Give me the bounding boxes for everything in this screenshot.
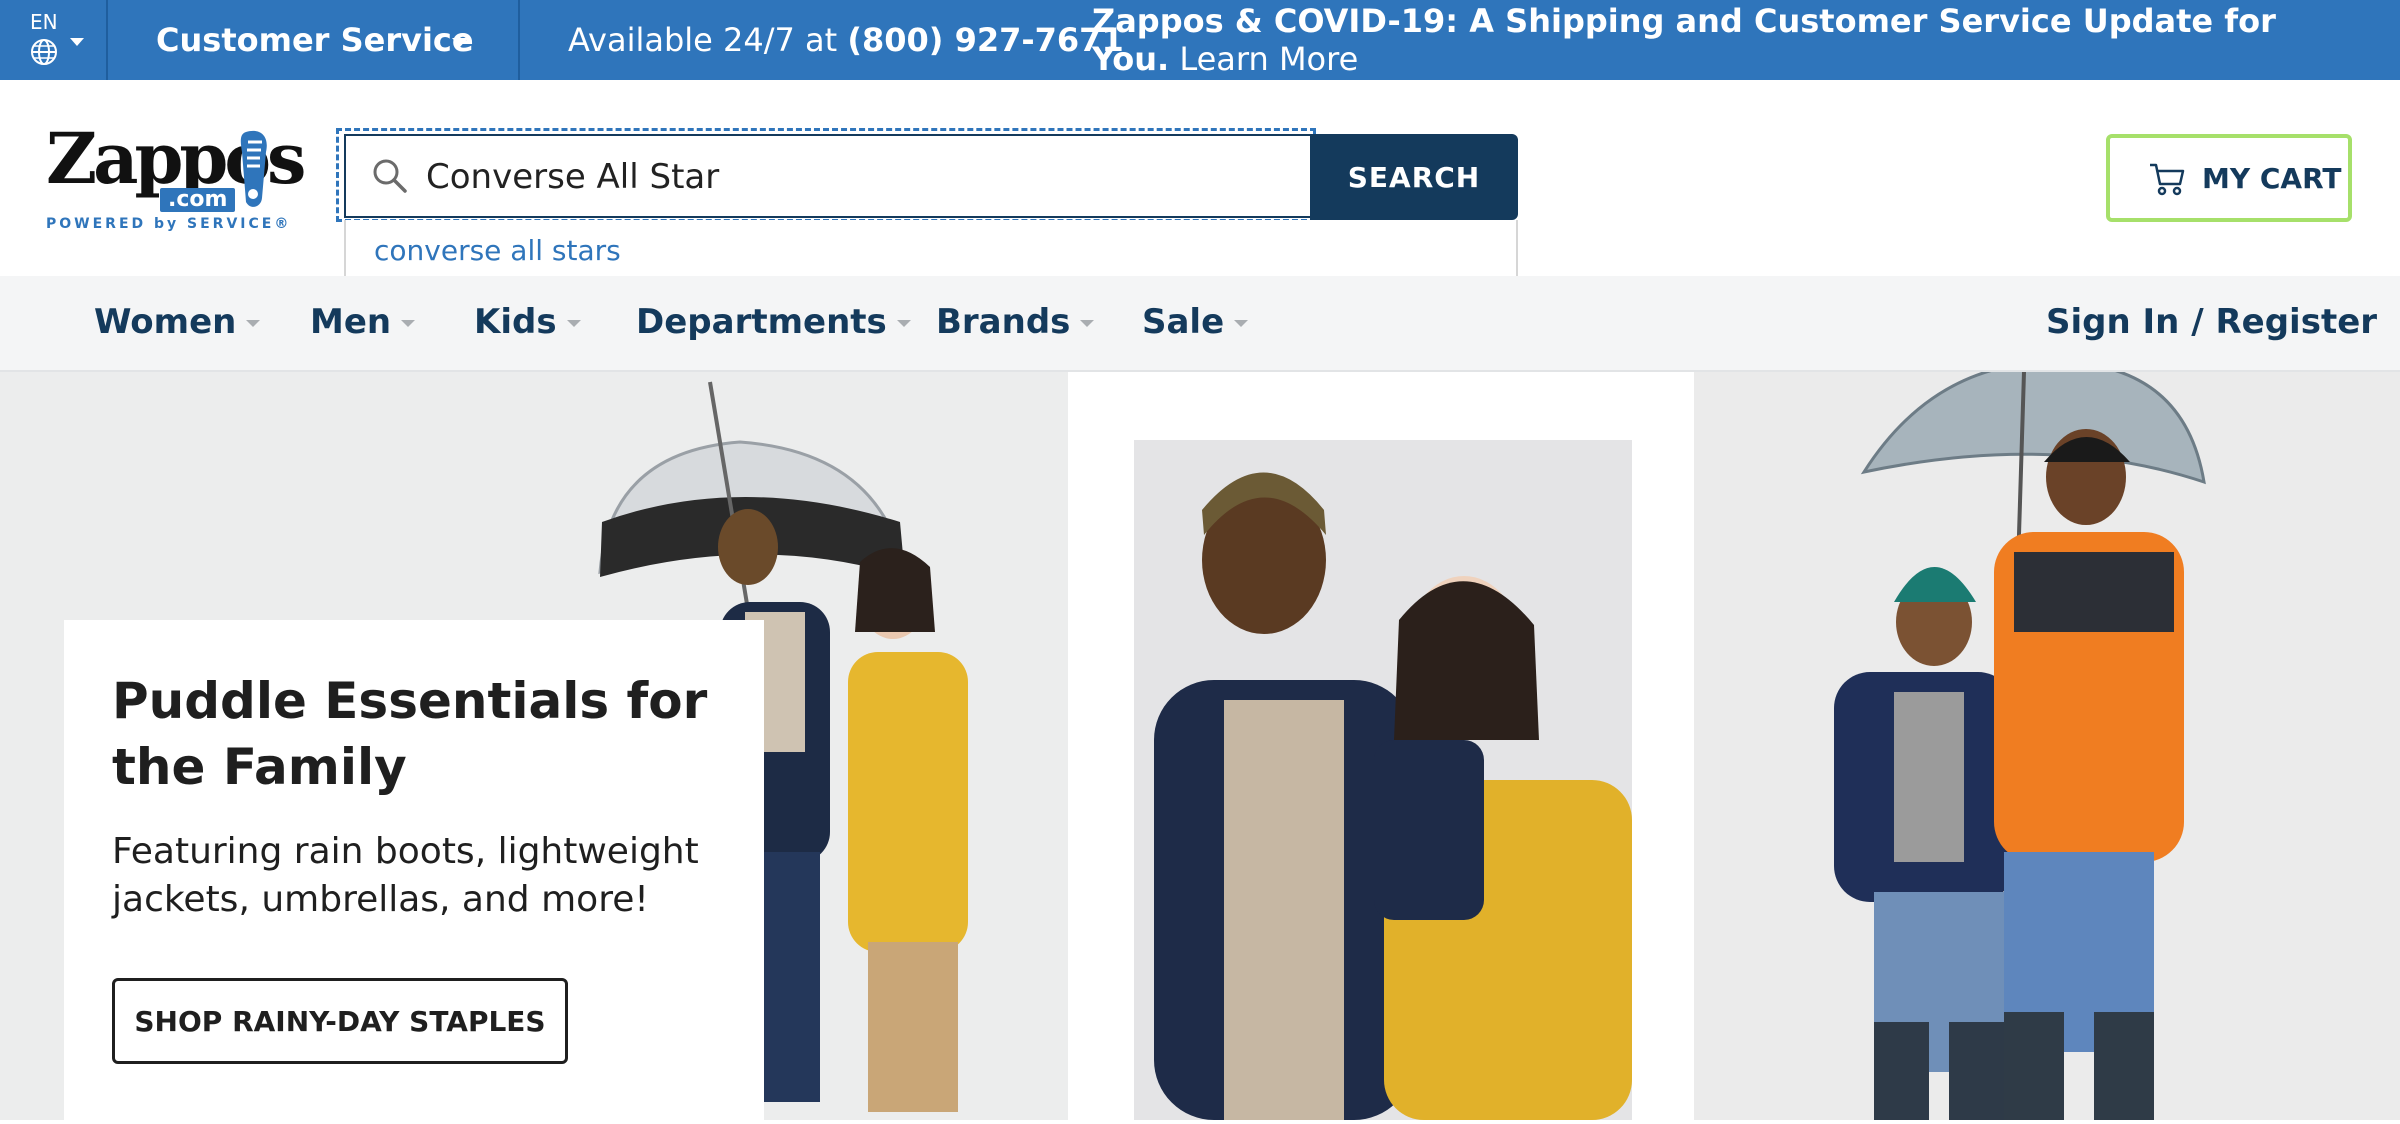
- hero-banner: Puddle Essentials for the Family Featuri…: [0, 360, 2400, 1120]
- zappos-logo[interactable]: Zappos .com POWERED by SERVICE®: [46, 124, 306, 236]
- logo-shoe-icon: [240, 130, 267, 207]
- chevron-down-icon: [401, 320, 416, 327]
- hero-photo-right[interactable]: [1694, 360, 2400, 1120]
- nav-men[interactable]: Men: [310, 302, 416, 342]
- nav-label: Brands: [936, 302, 1071, 342]
- cart-icon: [2150, 163, 2185, 196]
- promo-title: Puddle Essentials for the Family: [112, 672, 708, 796]
- nav-label: Men: [310, 302, 392, 342]
- search-suggestions: converse all stars: [344, 220, 1518, 284]
- search-input[interactable]: [426, 150, 1286, 204]
- language-selector[interactable]: EN: [0, 0, 108, 80]
- chevron-down-icon: [246, 320, 261, 327]
- nav-brands[interactable]: Brands: [936, 302, 1095, 342]
- phone-number[interactable]: (800) 927-7671: [847, 21, 1123, 59]
- customer-service-menu[interactable]: Customer Service: [108, 0, 520, 80]
- chevron-down-icon: [1234, 320, 1249, 327]
- availability-text: Available 24/7 at (800) 927-7671: [568, 22, 1124, 58]
- chevron-down-icon: [896, 320, 911, 327]
- logo-dotcom: .com: [160, 188, 236, 212]
- globe-icon: [31, 39, 57, 65]
- kids-umbrella-image: [1834, 360, 2206, 1120]
- cart-button[interactable]: MY CART: [2106, 134, 2352, 222]
- cart-label: MY CART: [2202, 162, 2342, 195]
- chevron-down-icon: [70, 38, 84, 46]
- search-box[interactable]: [344, 134, 1310, 218]
- nav-sale[interactable]: Sale: [1142, 302, 1249, 342]
- site-header: Zappos .com POWERED by SERVICE® SEARCH c…: [0, 80, 2400, 284]
- promo-description: Featuring rain boots, lightweight jacket…: [112, 831, 699, 920]
- chevron-down-icon: [566, 320, 581, 327]
- customer-service-label: Customer Service: [156, 21, 474, 59]
- chevron-down-icon: [452, 38, 468, 47]
- chevron-down-icon: [1080, 320, 1095, 327]
- sign-in-register-link[interactable]: Sign In / Register: [2046, 302, 2377, 342]
- nav-departments[interactable]: Departments: [636, 302, 911, 342]
- covid-banner[interactable]: Zappos & COVID-19: A Shipping and Custom…: [1092, 2, 2342, 78]
- top-bar: EN Customer Service Available 24/7 at (8…: [0, 0, 2400, 80]
- suggestion-item[interactable]: converse all stars: [374, 234, 621, 267]
- logo-tagline: POWERED by SERVICE®: [46, 216, 292, 232]
- couple-closeup-image: [1154, 472, 1632, 1120]
- nav-label: Departments: [636, 302, 887, 342]
- main-nav: Women Men Kids Departments Brands Sale S…: [0, 276, 2400, 372]
- nav-women[interactable]: Women: [94, 302, 261, 342]
- shop-rainy-day-button[interactable]: SHOP RAINY-DAY STAPLES: [112, 978, 568, 1064]
- hero-photo-middle[interactable]: [1134, 440, 1632, 1120]
- nav-label: Women: [94, 302, 237, 342]
- search-button[interactable]: SEARCH: [1310, 134, 1518, 220]
- nav-label: Kids: [474, 302, 557, 342]
- promo-card: Puddle Essentials for the Family Featuri…: [64, 620, 764, 1120]
- search-icon: [373, 159, 407, 193]
- nav-kids[interactable]: Kids: [474, 302, 581, 342]
- availability-prefix: Available 24/7 at: [568, 21, 848, 59]
- language-code: EN: [30, 10, 58, 34]
- learn-more-link[interactable]: Learn More: [1169, 40, 1358, 78]
- nav-label: Sale: [1142, 302, 1225, 342]
